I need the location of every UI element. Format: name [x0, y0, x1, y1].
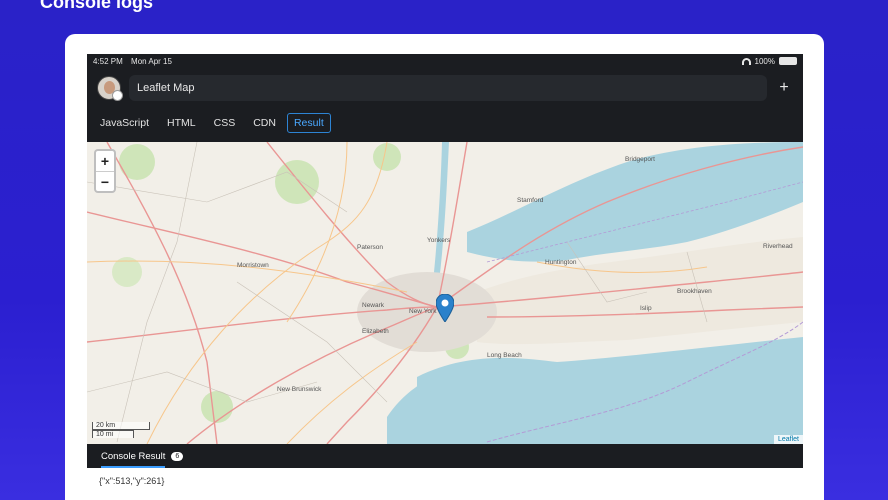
- zoom-in-button[interactable]: +: [96, 151, 114, 171]
- tab-css[interactable]: CSS: [207, 113, 243, 133]
- map-scale: 20 km 10 mi: [92, 422, 150, 438]
- console-bar: Console Result 6: [87, 444, 803, 468]
- tab-result[interactable]: Result: [286, 113, 331, 133]
- scale-km: 20 km: [92, 422, 150, 430]
- plus-icon[interactable]: +: [775, 79, 793, 97]
- zoom-control: + −: [94, 149, 116, 193]
- tab-javascript[interactable]: JavaScript: [93, 113, 156, 133]
- status-bar: 4:52 PM Mon Apr 15 100%: [87, 54, 803, 68]
- avatar[interactable]: [97, 76, 123, 101]
- tab-cdn[interactable]: CDN: [246, 113, 283, 133]
- map-label: Newark: [362, 302, 385, 309]
- tablet-frame: 4:52 PM Mon Apr 15 100% Leaflet Map + Ja…: [65, 34, 824, 500]
- promo-title: Console logs: [40, 0, 154, 12]
- map-label: Bridgeport: [625, 156, 655, 163]
- scale-mi: 10 mi: [92, 430, 134, 438]
- map-label: Paterson: [357, 244, 384, 251]
- console-count-badge: 6: [171, 451, 184, 461]
- status-date: Mon Apr 15: [131, 56, 172, 66]
- app-screen: 4:52 PM Mon Apr 15 100% Leaflet Map + Ja…: [87, 54, 803, 500]
- console-panel: {"x":513,"y":261}: [87, 468, 803, 500]
- map-label: New York: [409, 308, 437, 315]
- project-title-field[interactable]: Leaflet Map: [129, 75, 767, 101]
- map-label: Huntington: [545, 259, 577, 266]
- map-label: Long Beach: [487, 352, 522, 359]
- console-result-tab[interactable]: Console Result: [101, 451, 166, 468]
- console-line: {"x":513,"y":261}: [99, 476, 165, 486]
- map-pin-icon[interactable]: [436, 294, 454, 322]
- battery-percent: 100%: [754, 56, 775, 66]
- map-label: Riverhead: [763, 243, 793, 250]
- map-label: Brookhaven: [677, 288, 712, 295]
- editor-tabs: JavaScript HTML CSS CDN Result: [87, 108, 803, 138]
- map-label: Islip: [640, 305, 652, 312]
- tab-html[interactable]: HTML: [160, 113, 203, 133]
- zoom-out-button[interactable]: −: [96, 171, 114, 191]
- status-time: 4:52 PM: [93, 56, 123, 66]
- map-label: New Brunswick: [277, 386, 322, 393]
- wifi-icon: [741, 57, 751, 65]
- app-header: Leaflet Map +: [87, 68, 803, 108]
- map-attribution[interactable]: Leaflet: [773, 435, 803, 444]
- leaflet-map[interactable]: New York Newark Paterson Yonkers Elizabe…: [87, 142, 803, 444]
- battery-icon: [779, 57, 797, 65]
- map-label: Elizabeth: [362, 328, 389, 335]
- map-label: Yonkers: [427, 237, 451, 244]
- map-label: Morristown: [237, 262, 269, 269]
- map-label: Stamford: [517, 197, 544, 204]
